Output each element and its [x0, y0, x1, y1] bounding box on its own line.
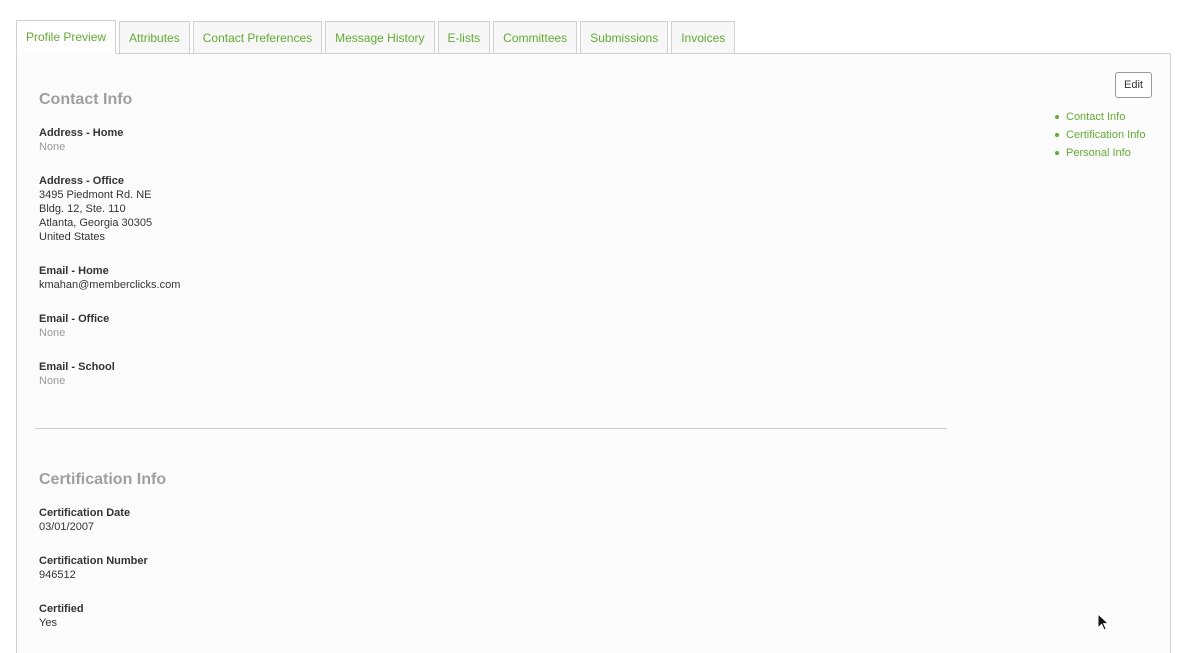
address-office-line-3: Atlanta, Georgia 30305: [39, 217, 153, 229]
certified-label: Certified: [39, 603, 84, 615]
section-navigation: Contact Info Certification Info Personal…: [1055, 108, 1145, 162]
section-nav-certification-info[interactable]: Certification Info: [1055, 126, 1145, 144]
section-nav-personal-info[interactable]: Personal Info: [1055, 144, 1145, 162]
section-nav-contact-info[interactable]: Contact Info: [1055, 108, 1145, 126]
address-office-field: Address - Office 3495 Piedmont Rd. NE Bl…: [39, 174, 152, 244]
address-office-line-4: United States: [39, 231, 106, 243]
tab-committees[interactable]: Committees: [493, 21, 578, 54]
certification-date-value: 03/01/2007: [39, 521, 95, 533]
certified-field: Certified Yes: [39, 602, 84, 630]
profile-preview-panel: Edit Contact Info Certification Info Per…: [16, 53, 1171, 653]
address-home-label: Address - Home: [39, 127, 124, 139]
tab-submissions[interactable]: Submissions: [580, 21, 669, 54]
certification-date-field: Certification Date 03/01/2007: [39, 506, 130, 534]
mouse-pointer-icon: [1097, 613, 1109, 631]
tab-profile-preview[interactable]: Profile Preview: [16, 20, 117, 54]
profile-tabs: Profile Preview Attributes Contact Prefe…: [16, 20, 738, 54]
tab-message-history[interactable]: Message History: [325, 21, 435, 54]
email-home-value: kmahan@memberclicks.com: [39, 279, 181, 291]
address-home-field: Address - Home None: [39, 126, 123, 154]
email-home-label: Email - Home: [39, 265, 109, 277]
certification-number-value: 946512: [39, 569, 76, 581]
certified-value: Yes: [39, 617, 57, 629]
tab-attributes[interactable]: Attributes: [119, 21, 190, 54]
tab-contact-preferences[interactable]: Contact Preferences: [192, 21, 323, 54]
certification-number-label: Certification Number: [39, 555, 148, 567]
email-school-value: None: [39, 375, 66, 387]
address-office-label: Address - Office: [39, 175, 124, 187]
section-divider: [35, 428, 947, 429]
email-office-field: Email - Office None: [39, 312, 109, 340]
address-office-line-2: Bldg. 12, Ste. 110: [39, 203, 126, 215]
address-home-value: None: [39, 141, 66, 153]
contact-info-heading: Contact Info: [39, 91, 133, 108]
email-school-field: Email - School None: [39, 360, 115, 388]
tab-e-lists[interactable]: E-lists: [437, 21, 491, 54]
tab-invoices[interactable]: Invoices: [671, 21, 736, 54]
email-home-field: Email - Home kmahan@memberclicks.com: [39, 264, 180, 292]
edit-button[interactable]: Edit: [1115, 72, 1152, 98]
certification-date-label: Certification Date: [39, 507, 131, 519]
address-office-line-1: 3495 Piedmont Rd. NE: [39, 189, 152, 201]
certification-info-heading: Certification Info: [39, 471, 167, 488]
email-school-label: Email - School: [39, 361, 115, 373]
email-office-value: None: [39, 327, 66, 339]
certification-number-field: Certification Number 946512: [39, 554, 148, 582]
email-office-label: Email - Office: [39, 313, 110, 325]
